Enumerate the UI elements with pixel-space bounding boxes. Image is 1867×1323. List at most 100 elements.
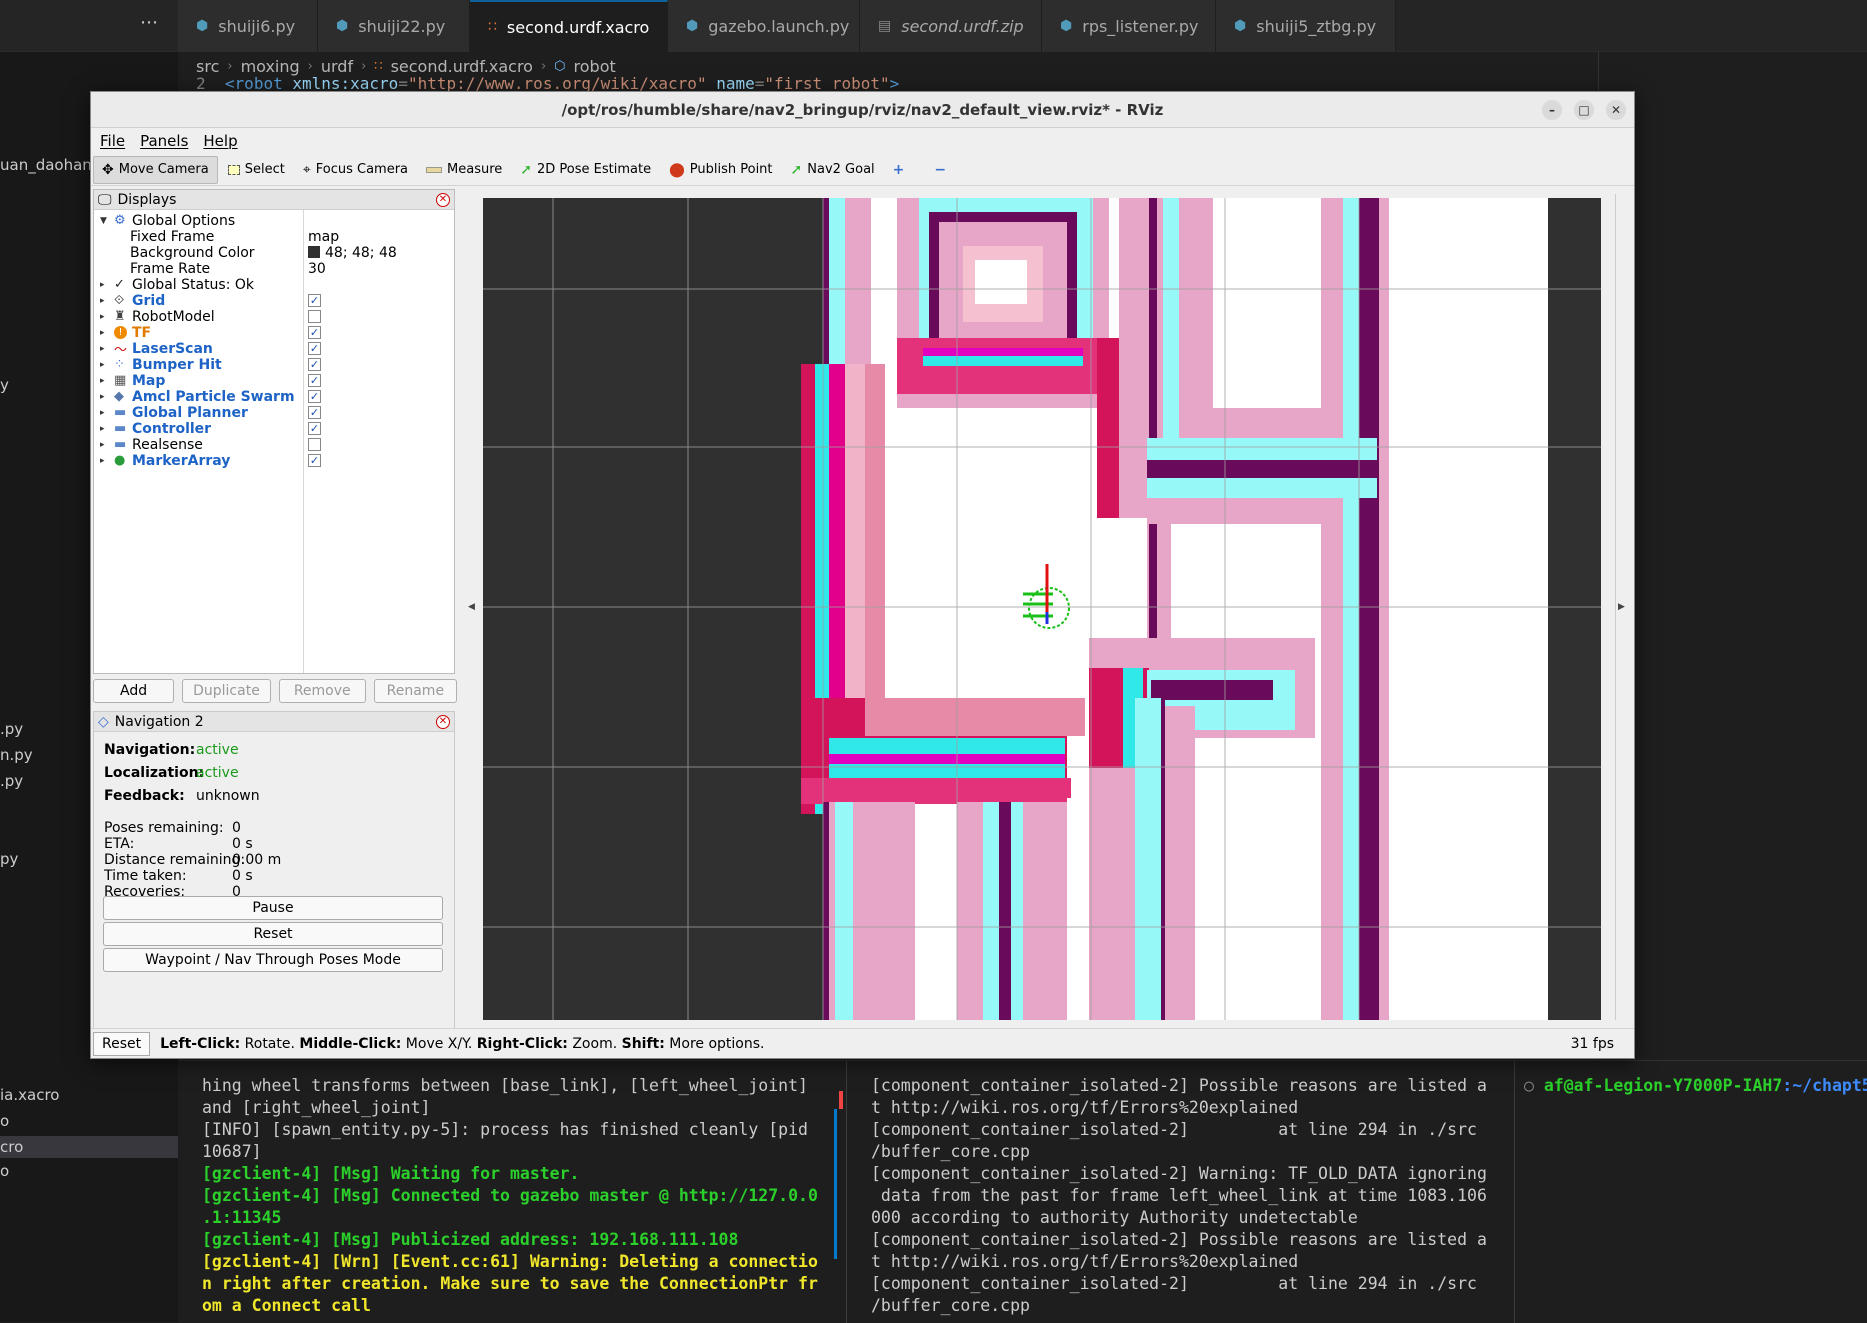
enable-checkbox[interactable] [308, 438, 321, 451]
add-tool-button[interactable]: + [885, 156, 913, 184]
collapsed-arrow-icon[interactable]: ▸ [100, 392, 105, 402]
remove-tool-button[interactable]: − [926, 156, 954, 184]
terminal-output-1[interactable]: hing wheel transforms between [base_link… [202, 1075, 818, 1317]
close-icon[interactable]: ✕ [1606, 100, 1626, 120]
collapse-left-icon[interactable]: ◀ [468, 602, 475, 612]
displays-buttons: Add Duplicate Remove Rename [93, 676, 458, 706]
enable-checkbox[interactable] [308, 310, 321, 323]
expanded-arrow-icon[interactable]: ▼ [100, 216, 107, 226]
explorer-item[interactable]: .py [0, 720, 23, 738]
editor-tab[interactable]: ▤ second.urdf.zip [860, 0, 1042, 52]
explorer-item[interactable]: py [0, 850, 18, 868]
breadcrumb-item[interactable]: second.urdf.xacro [391, 57, 533, 76]
enable-checkbox[interactable]: ✓ [308, 390, 321, 403]
collapsed-arrow-icon[interactable]: ▸ [100, 312, 105, 322]
collapsed-arrow-icon[interactable]: ▸ [100, 280, 105, 290]
folder-icon: ▬ [114, 405, 127, 420]
editor-tab[interactable]: ⬢ shuiji6.py [178, 0, 318, 52]
enable-checkbox[interactable]: ✓ [308, 406, 321, 419]
terminal-line: /buffer_core.cpp [871, 1142, 1030, 1161]
terminal-output-2[interactable]: [component_container_isolated-2] Possibl… [871, 1075, 1487, 1317]
enable-checkbox[interactable]: ✓ [308, 374, 321, 387]
add-button[interactable]: Add [93, 679, 175, 703]
collapsed-arrow-icon[interactable]: ▸ [100, 376, 105, 386]
terminal-line: [INFO] [spawn_entity.py-5]: process has … [202, 1120, 808, 1139]
collapsed-arrow-icon[interactable]: ▸ [100, 344, 105, 354]
nav2-goal-tool[interactable]: ➚ Nav2 Goal [783, 156, 883, 184]
minimize-icon[interactable]: – [1542, 100, 1562, 120]
breadcrumb-item[interactable]: moxing [241, 57, 300, 76]
focus-camera-tool[interactable]: ⌖ Focus Camera [295, 156, 416, 184]
explorer-item[interactable]: n.py [0, 746, 33, 764]
explorer-item[interactable]: uan_daohang [0, 156, 101, 174]
display-label: MarkerArray [132, 452, 231, 469]
move-camera-tool[interactable]: ✥ Move Camera [93, 155, 218, 184]
menu-help[interactable]: Help [203, 132, 237, 150]
maximize-icon[interactable]: □ [1574, 100, 1594, 120]
collapsed-arrow-icon[interactable]: ▸ [100, 440, 105, 450]
left-splitter[interactable]: ◀ [463, 194, 481, 1020]
editor-right-area [1598, 52, 1867, 120]
explorer-item[interactable]: o [0, 1162, 9, 1180]
terminal-line: [gzclient-4] [Msg] Waiting for master. [202, 1164, 580, 1183]
measure-icon [426, 166, 443, 173]
collapsed-arrow-icon[interactable]: ▸ [100, 424, 105, 434]
reset-view-button[interactable]: Reset [93, 1031, 151, 1056]
collapse-right-icon[interactable]: ▶ [1618, 602, 1625, 612]
remove-button[interactable]: Remove [278, 679, 366, 703]
enable-checkbox[interactable]: ✓ [308, 422, 321, 435]
duplicate-button[interactable]: Duplicate [182, 679, 271, 703]
editor-tab[interactable]: ⬢ shuiji5_ztbg.py [1216, 0, 1396, 52]
menu-file[interactable]: File [100, 132, 125, 150]
explorer-item[interactable]: y [0, 376, 9, 394]
editor-tab[interactable]: ∷second.urdf.xacro✕ [470, 0, 681, 52]
terminal-divider[interactable] [1514, 1061, 1515, 1323]
display-item-markerarray[interactable]: ▸ ● MarkerArray ✓ [94, 451, 454, 470]
rename-button[interactable]: Rename [373, 679, 458, 703]
python-icon: ⬢ [686, 18, 699, 34]
terminal-panel[interactable]: hing wheel transforms between [base_link… [178, 1060, 1867, 1323]
enable-checkbox[interactable]: ✓ [308, 454, 321, 467]
rviz-window[interactable]: /opt/ros/humble/share/nav2_bringup/rviz/… [90, 91, 1635, 1059]
explorer-item[interactable]: ia.xacro [0, 1086, 59, 1104]
explorer-item[interactable]: cro [0, 1136, 178, 1158]
editor-tab[interactable]: ⬢ gazebo.launch.py [668, 0, 860, 52]
displays-panel: 🖵 Displays ✕ ▼ ⚙ Global Options Fixed Fr… [93, 189, 455, 674]
menu-panels[interactable]: Panels [140, 132, 188, 150]
close-panel-icon[interactable]: ✕ [436, 193, 450, 207]
enable-checkbox[interactable]: ✓ [308, 326, 321, 339]
editor-right-area-lower [1598, 120, 1867, 1060]
collapsed-arrow-icon[interactable]: ▸ [100, 328, 105, 338]
ellipsis-icon[interactable]: ⋯ [140, 12, 158, 33]
pose-estimate-tool[interactable]: ➚ 2D Pose Estimate [512, 156, 659, 184]
enable-checkbox[interactable]: ✓ [308, 294, 321, 307]
editor-tab[interactable]: ⬢ rps_listener.py [1042, 0, 1216, 52]
render-viewport[interactable] [483, 198, 1601, 1020]
pause-button[interactable]: Pause [103, 896, 443, 920]
explorer-item[interactable]: o [0, 1112, 9, 1130]
terminal-divider[interactable] [846, 1061, 847, 1323]
collapsed-arrow-icon[interactable]: ▸ [100, 456, 105, 466]
measure-tool[interactable]: Measure [418, 156, 510, 184]
waypoint-mode-button[interactable]: Waypoint / Nav Through Poses Mode [103, 948, 443, 972]
tab-label: second.urdf.xacro [506, 17, 650, 37]
close-panel-icon[interactable]: ✕ [436, 715, 450, 729]
publish-point-tool[interactable]: ⬤ Publish Point [661, 156, 780, 184]
reset-nav-button[interactable]: Reset [103, 922, 443, 946]
explorer-item[interactable]: .py [0, 772, 23, 790]
collapsed-arrow-icon[interactable]: ▸ [100, 296, 105, 306]
enable-checkbox[interactable]: ✓ [308, 358, 321, 371]
select-tool[interactable]: Select [220, 156, 293, 184]
editor-tab[interactable]: ⬢ shuiji22.py [318, 0, 470, 52]
right-splitter[interactable]: ▶ [1615, 194, 1627, 1020]
breadcrumb-item[interactable]: urdf [321, 57, 353, 76]
terminal-scrollbar[interactable] [834, 1109, 838, 1259]
breadcrumb-item[interactable]: robot [574, 57, 616, 76]
collapsed-arrow-icon[interactable]: ▸ [100, 360, 105, 370]
window-titlebar[interactable]: /opt/ros/humble/share/nav2_bringup/rviz/… [91, 92, 1634, 128]
breadcrumb-item[interactable]: src [196, 57, 219, 76]
collapsed-arrow-icon[interactable]: ▸ [100, 408, 105, 418]
terminal-prompt[interactable]: ○ af@af-Legion-Y7000P-IAH7:~/chapt5 [1524, 1075, 1867, 1097]
enable-checkbox[interactable]: ✓ [308, 342, 321, 355]
stat-label: Distance remaining: [104, 852, 246, 868]
